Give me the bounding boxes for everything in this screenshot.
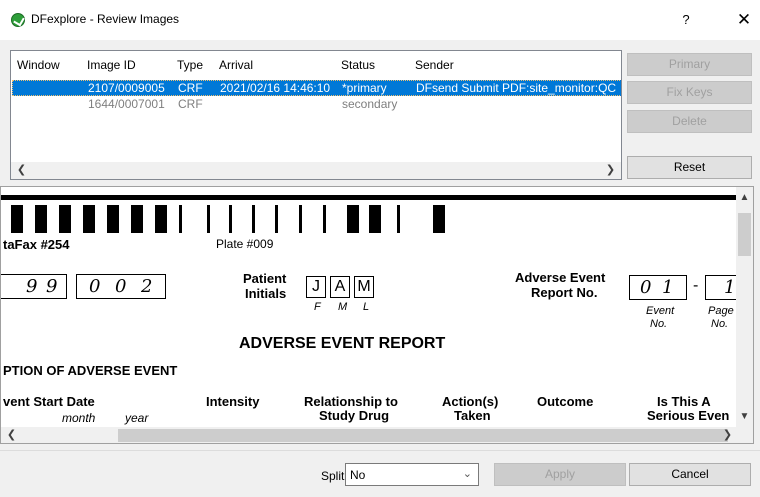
app-icon [11, 13, 25, 27]
initial-sub-middle: M [338, 301, 348, 313]
title-bar: DFexplore - Review Images ? ✕ [0, 0, 760, 40]
scrollbar-corner [738, 427, 753, 443]
divider [0, 450, 760, 451]
initial-sub-last: L [363, 301, 370, 313]
column-header-image-id[interactable]: Image ID [87, 58, 136, 72]
cell-image-id: 2107/0009005 [88, 81, 165, 95]
initial-sub-first: F [314, 301, 321, 313]
fix-keys-button[interactable]: Fix Keys [627, 81, 752, 104]
list-row-selected[interactable]: 2107/0009005 CRF 2021/02/16 14:46:10 *pr… [12, 80, 621, 96]
cancel-button[interactable]: Cancel [629, 463, 751, 486]
cell-arrival: 2021/02/16 14:46:10 [220, 81, 331, 95]
initial-box-first: J [306, 276, 326, 298]
column-header-type[interactable]: Type [177, 58, 203, 72]
patient-digit-boxes: 0 0 2 [76, 274, 166, 299]
cell-status: secondary [342, 97, 398, 111]
primary-button[interactable]: Primary [627, 53, 752, 76]
scroll-left-icon[interactable]: ❮ [13, 162, 30, 179]
page-no-label: Page [708, 305, 734, 317]
list-row[interactable]: 1644/0007001 CRF secondary [12, 96, 621, 112]
cell-image-id: 1644/0007001 [88, 97, 165, 111]
apply-button[interactable]: Apply [494, 463, 626, 486]
scroll-right-icon[interactable]: ❯ [602, 162, 619, 179]
event-no-label: Event [646, 305, 675, 317]
list-horizontal-scrollbar[interactable]: ❮ ❯ [11, 162, 621, 179]
list-header: Window Image ID Type Arrival Status Send… [11, 51, 621, 77]
vertical-scroll-thumb[interactable] [738, 213, 751, 256]
delete-button[interactable]: Delete [627, 110, 752, 133]
window-title: DFexplore - Review Images [31, 12, 180, 26]
column-relationship-2: Study Drug [319, 408, 390, 423]
viewer-horizontal-scrollbar[interactable]: ❮ ❯ [1, 427, 738, 443]
form-heading: ADVERSE EVENT REPORT [239, 335, 446, 352]
cell-type: CRF [178, 97, 203, 111]
column-relationship: Relationship to [304, 394, 398, 409]
column-outcome: Outcome [537, 394, 594, 409]
cell-sender: DFsend Submit PDF:site_monitor:QC [416, 81, 617, 95]
patient-initials-label: Patient [243, 271, 287, 286]
column-header-arrival[interactable]: Arrival [219, 58, 253, 72]
form-section-title: PTION OF ADVERSE EVENT [3, 363, 178, 378]
event-number-boxes: 0 1 [629, 275, 687, 300]
scroll-up-icon[interactable]: ▲ [736, 189, 753, 206]
initial-box-middle: A [330, 276, 350, 298]
viewer-vertical-scrollbar[interactable]: ▲ ▼ [736, 187, 753, 427]
plate-label: Plate #009 [216, 237, 274, 251]
cell-status: *primary [342, 81, 387, 95]
datafax-label: taFax #254 [3, 237, 70, 252]
column-start-date: vent Start Date [3, 394, 95, 409]
column-month: month [62, 411, 96, 425]
chevron-down-icon: ⌄ [462, 468, 472, 480]
ae-report-label-2: Report No. [531, 285, 598, 300]
column-intensity: Intensity [206, 394, 260, 409]
column-year: year [125, 411, 149, 425]
split-label: Split [321, 469, 345, 483]
form-top-bar [1, 195, 738, 200]
crf-form-image: taFax #254 Plate #009 9 9 0 0 2 Patient … [1, 187, 745, 427]
column-serious: Is This A [657, 394, 711, 409]
event-no-label-2: No. [650, 318, 668, 330]
split-value: No [350, 468, 366, 482]
page-no-label-2: No. [711, 318, 729, 330]
close-button[interactable]: ✕ [733, 9, 755, 31]
initial-box-last: M [354, 276, 374, 298]
scroll-left-icon[interactable]: ❮ [3, 427, 20, 443]
image-viewer[interactable]: taFax #254 Plate #009 9 9 0 0 2 Patient … [0, 186, 754, 444]
horizontal-scroll-thumb[interactable] [118, 429, 728, 442]
cell-type: CRF [178, 81, 203, 95]
scroll-right-icon[interactable]: ❯ [719, 427, 736, 443]
column-serious-2: Serious Even [647, 408, 730, 423]
ae-report-label: Adverse Event [515, 270, 606, 285]
scroll-down-icon[interactable]: ▼ [736, 408, 753, 425]
event-page-dash: - [693, 277, 699, 294]
patient-initials-label-2: Initials [245, 286, 287, 301]
column-header-window[interactable]: Window [17, 58, 60, 72]
column-header-sender[interactable]: Sender [415, 58, 454, 72]
column-action: Action(s) [442, 394, 499, 409]
reset-button[interactable]: Reset [627, 156, 752, 179]
split-dropdown[interactable]: No ⌄ [345, 463, 479, 486]
column-action-2: Taken [454, 408, 491, 423]
help-button[interactable]: ? [676, 10, 696, 30]
column-header-status[interactable]: Status [341, 58, 375, 72]
image-list[interactable]: Window Image ID Type Arrival Status Send… [10, 50, 622, 180]
site-digit-boxes: 9 9 [1, 274, 67, 299]
